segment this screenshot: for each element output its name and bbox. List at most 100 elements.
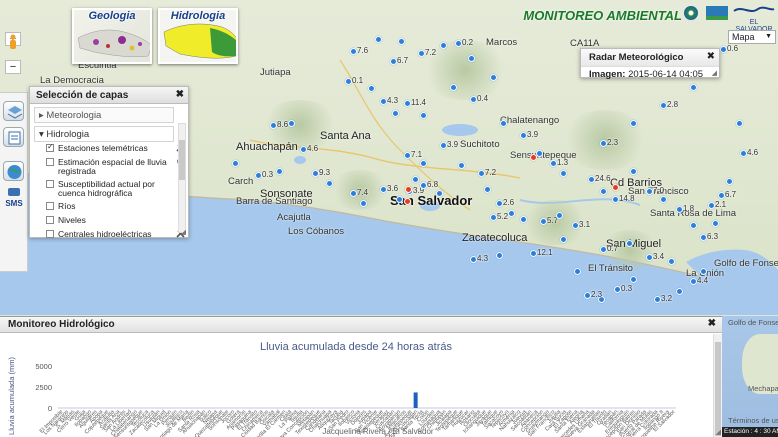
section-meteorologia[interactable]: ▸ Meteorologia — [34, 107, 174, 123]
station-marker[interactable] — [255, 172, 262, 179]
station-marker[interactable] — [484, 186, 491, 193]
station-marker[interactable] — [530, 250, 537, 257]
station-marker[interactable] — [420, 160, 427, 167]
station-marker[interactable] — [560, 236, 567, 243]
station-marker[interactable] — [380, 186, 387, 193]
station-marker[interactable] — [392, 110, 399, 117]
layer-checkbox[interactable] — [46, 142, 54, 152]
station-marker[interactable] — [712, 220, 719, 227]
map-canvas[interactable]: Escuintla La Democracia Jutiapa Marcos C… — [0, 0, 778, 315]
station-marker[interactable] — [574, 268, 581, 275]
layer-checkbox[interactable] — [46, 180, 54, 188]
station-marker[interactable] — [396, 196, 403, 203]
alert-station-marker[interactable] — [612, 184, 619, 191]
pegman-icon[interactable] — [8, 34, 18, 52]
station-marker[interactable] — [654, 296, 661, 303]
station-marker[interactable] — [700, 234, 707, 241]
station-marker[interactable] — [326, 180, 333, 187]
station-marker[interactable] — [455, 40, 462, 47]
station-marker[interactable] — [690, 278, 697, 285]
station-marker[interactable] — [508, 210, 515, 217]
station-marker[interactable] — [450, 84, 457, 91]
station-marker[interactable] — [360, 200, 367, 207]
station-marker[interactable] — [612, 196, 619, 203]
close-icon[interactable]: ✖ — [176, 89, 184, 100]
station-marker[interactable] — [660, 196, 667, 203]
layer-item[interactable]: Niveles — [46, 214, 174, 228]
station-marker[interactable] — [500, 120, 507, 127]
station-marker[interactable] — [700, 268, 707, 275]
layer-item[interactable]: Centrales hidroeléctricas — [46, 228, 185, 242]
station-marker[interactable] — [496, 252, 503, 259]
station-marker[interactable] — [520, 132, 527, 139]
station-marker[interactable] — [470, 96, 477, 103]
station-marker[interactable] — [600, 188, 607, 195]
close-icon[interactable]: ✖ — [707, 51, 715, 62]
geology-thumbnail[interactable]: Geologia — [72, 8, 152, 64]
station-marker[interactable] — [368, 85, 375, 92]
resize-handle-icon[interactable]: ◢ — [716, 428, 721, 436]
station-marker[interactable] — [572, 222, 579, 229]
station-marker[interactable] — [232, 160, 239, 167]
layer-item[interactable]: Susceptibilidad actual por cuenca hidrog… — [46, 178, 174, 200]
station-marker[interactable] — [630, 276, 637, 283]
station-marker[interactable] — [404, 152, 411, 159]
station-marker[interactable] — [420, 182, 427, 189]
resize-handle-icon[interactable]: ◢ — [181, 228, 186, 236]
station-marker[interactable] — [458, 162, 465, 169]
layer-item[interactable]: Estimación espacial de lluvia registrada… — [46, 156, 186, 178]
station-marker[interactable] — [375, 36, 382, 43]
station-marker[interactable] — [436, 190, 443, 197]
station-marker[interactable] — [270, 122, 277, 129]
station-marker[interactable] — [626, 240, 633, 247]
close-icon[interactable]: ✖ — [708, 318, 716, 329]
station-marker[interactable] — [440, 142, 447, 149]
station-marker[interactable] — [520, 216, 527, 223]
station-marker[interactable] — [660, 102, 667, 109]
layer-item[interactable]: Estaciones telemétricas — [46, 142, 185, 156]
layer-panel-scrollbar[interactable] — [178, 123, 186, 233]
station-marker[interactable] — [300, 146, 307, 153]
globe-tool-button[interactable] — [3, 161, 24, 181]
map-type-select[interactable]: Mapa ▼ — [728, 30, 776, 44]
layer-item[interactable]: Ríos — [46, 200, 174, 214]
station-marker[interactable] — [350, 48, 357, 55]
station-marker[interactable] — [646, 254, 653, 261]
station-marker[interactable] — [478, 170, 485, 177]
station-marker[interactable] — [412, 176, 419, 183]
layer-checkbox[interactable] — [46, 158, 54, 166]
sms-button[interactable]: SMS — [3, 187, 25, 208]
station-marker[interactable] — [470, 256, 477, 263]
inset-map[interactable]: Golfo de Fonseca Mechapa Términos de uso… — [722, 316, 778, 437]
station-marker[interactable] — [440, 42, 447, 49]
hydrology-thumbnail[interactable]: Hidrologia — [158, 8, 238, 64]
station-marker[interactable] — [550, 160, 557, 167]
station-marker[interactable] — [600, 246, 607, 253]
station-marker[interactable] — [540, 218, 547, 225]
station-marker[interactable] — [288, 120, 295, 127]
station-marker[interactable] — [496, 200, 503, 207]
station-marker[interactable] — [276, 168, 283, 175]
station-marker[interactable] — [490, 214, 497, 221]
station-marker[interactable] — [468, 55, 475, 62]
station-marker[interactable] — [404, 100, 411, 107]
station-marker[interactable] — [600, 140, 607, 147]
station-marker[interactable] — [418, 50, 425, 57]
station-marker[interactable] — [646, 188, 653, 195]
station-marker[interactable] — [398, 38, 405, 45]
terms-link[interactable]: Términos de uso — [728, 416, 778, 425]
station-marker[interactable] — [345, 78, 352, 85]
layers-tool-button[interactable] — [3, 101, 24, 121]
layer-checkbox[interactable] — [46, 216, 54, 224]
station-marker[interactable] — [676, 206, 683, 213]
section-hidrologia[interactable]: ▾ Hidrologia — [34, 126, 174, 142]
resize-handle-icon[interactable]: ◢ — [712, 69, 717, 77]
station-marker[interactable] — [390, 58, 397, 65]
legend-tool-button[interactable] — [3, 127, 24, 147]
chart-scrollbar[interactable] — [713, 334, 722, 437]
station-marker[interactable] — [630, 120, 637, 127]
station-marker[interactable] — [720, 46, 727, 53]
layer-checkbox[interactable] — [46, 202, 54, 210]
alert-station-marker[interactable] — [404, 198, 411, 205]
station-marker[interactable] — [740, 150, 747, 157]
